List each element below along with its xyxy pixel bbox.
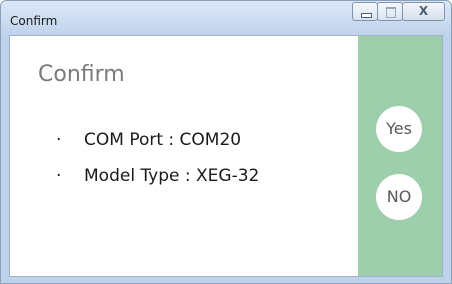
com-port-text: COM Port : COM20 <box>84 130 242 150</box>
maximize-button[interactable] <box>377 2 403 21</box>
close-icon: X <box>418 4 429 18</box>
close-button[interactable]: X <box>402 2 445 21</box>
dialog-heading: Confirm <box>38 62 125 87</box>
minimize-icon <box>361 13 372 18</box>
no-button[interactable]: NO <box>376 174 422 220</box>
model-type-text: Model Type : XEG-32 <box>84 166 260 186</box>
yes-button[interactable]: Yes <box>376 106 422 152</box>
minimize-button[interactable] <box>352 2 378 21</box>
dialog-content: Confirm · COM Port : COM20 · Model Type : … <box>9 35 443 277</box>
title-bar[interactable]: Confirm X <box>1 1 451 35</box>
caption-buttons: X <box>352 2 445 21</box>
bullet: · <box>56 130 62 150</box>
list-item: · COM Port : COM20 <box>56 130 241 150</box>
bullet: · <box>56 166 62 186</box>
maximize-icon <box>386 7 396 18</box>
window-title: Confirm <box>10 14 58 28</box>
confirm-window: Confirm X Confirm · COM Port : COM20 · Mod… <box>0 0 452 284</box>
list-item: · Model Type : XEG-32 <box>56 166 259 186</box>
action-panel: Yes NO <box>358 36 442 276</box>
